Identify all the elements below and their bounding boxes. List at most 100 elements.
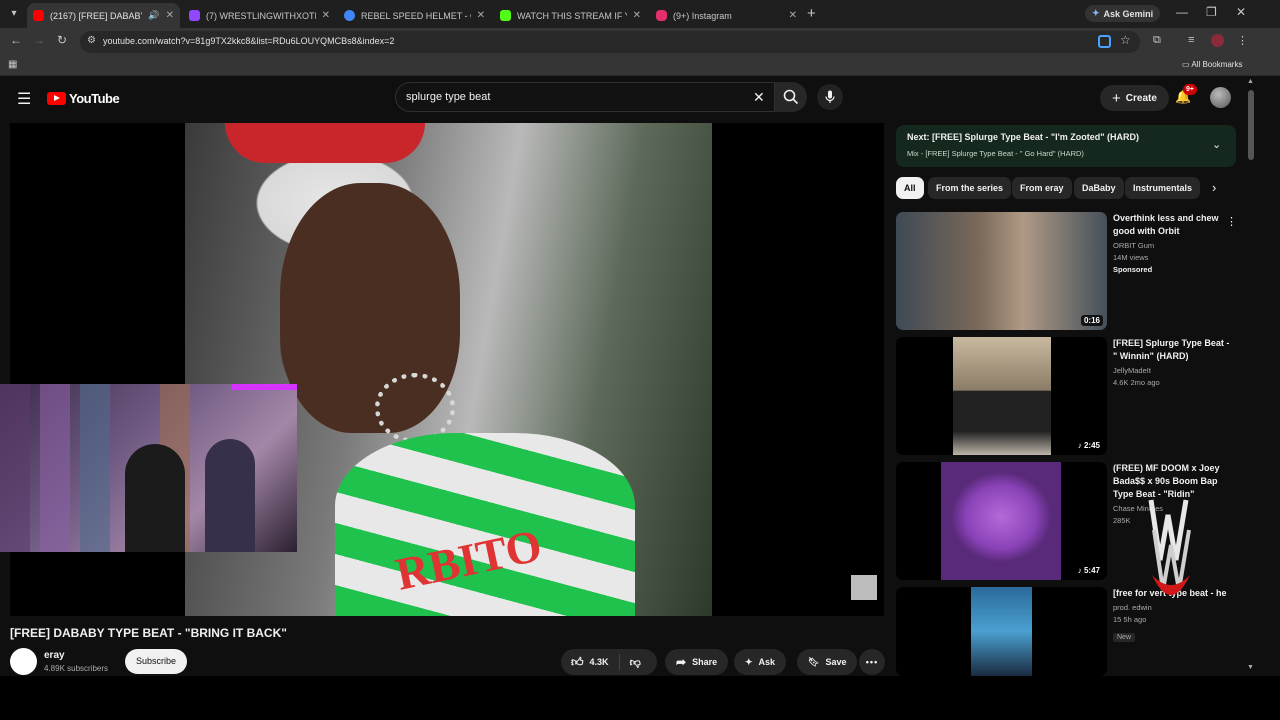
account-avatar[interactable] xyxy=(1210,87,1231,108)
gemini-sparkle-icon: ✦ xyxy=(1092,8,1100,18)
sparkle-icon: ✦ xyxy=(745,656,753,667)
minimize-icon[interactable]: — xyxy=(1176,5,1188,19)
ask-button[interactable]: ✦ Ask xyxy=(734,649,787,675)
chip-all[interactable]: All xyxy=(896,177,924,199)
chevron-down-icon[interactable]: ⌄ xyxy=(1212,138,1221,151)
google-favicon-icon xyxy=(344,10,355,21)
page-scrollbar[interactable]: ▲ ▼ xyxy=(1246,76,1256,676)
reload-icon[interactable]: ↻ xyxy=(57,33,67,47)
search-button[interactable] xyxy=(775,82,807,112)
close-tab-icon[interactable]: ✕ xyxy=(633,10,641,21)
site-info-icon[interactable]: ⚙ xyxy=(87,35,96,46)
profile-icon[interactable] xyxy=(1211,34,1224,47)
browser-toolbar: ← → ↻ ⚙ youtube.com/watch?v=81g9TX2kkc8&… xyxy=(0,28,1280,55)
thumbnail-image xyxy=(953,337,1051,455)
scroll-down-icon[interactable]: ▼ xyxy=(1247,664,1254,671)
chrome-menu-icon[interactable]: ⋮ xyxy=(1237,34,1248,47)
ask-gemini-button[interactable]: ✦ Ask Gemini xyxy=(1085,5,1161,22)
tab-twitch[interactable]: (7) WRESTLINGWITHXOTICSLIVE ✕ xyxy=(183,3,336,28)
chip-from-eray[interactable]: From eray xyxy=(1012,177,1072,199)
speaker-icon[interactable]: 🔊 xyxy=(148,10,159,21)
close-tab-icon[interactable]: ✕ xyxy=(477,10,485,21)
wall-poster xyxy=(40,384,70,552)
clear-search-icon[interactable]: ✕ xyxy=(753,89,765,106)
dislike-button[interactable]: 👎︎ xyxy=(620,656,651,669)
video-thumbnail[interactable]: ♪ 2:45 xyxy=(896,337,1107,455)
rec-channel[interactable]: ORBIT Gum xyxy=(1113,240,1233,252)
tab-title: (2167) [FREE] DABABY TYPE BEAT xyxy=(50,10,142,21)
reading-list-icon[interactable]: ≡ xyxy=(1188,34,1194,46)
more-dots-icon: ••• xyxy=(865,657,879,667)
like-button[interactable]: 👍︎ 4.3K xyxy=(561,654,620,670)
thumbnail-image xyxy=(941,462,1061,580)
save-button[interactable]: 🔖︎ Save xyxy=(797,649,858,675)
tab-title: (9+) Instagram xyxy=(673,10,732,21)
rec-title[interactable]: Overthink less and chew good with Orbit xyxy=(1113,212,1233,238)
address-bar[interactable]: ⚙ youtube.com/watch?v=81g9TX2kkc8&list=R… xyxy=(80,31,1140,53)
search-query-text[interactable]: splurge type beat xyxy=(406,91,490,103)
video-player[interactable]: RBITO xyxy=(0,123,884,616)
rec-channel[interactable]: JellyMadeIt xyxy=(1113,365,1233,377)
youtube-play-icon xyxy=(47,92,66,105)
back-icon[interactable]: ← xyxy=(10,33,22,47)
streamer-figure xyxy=(125,444,185,552)
rec-title[interactable]: [FREE] Splurge Type Beat - " Winnin" (HA… xyxy=(1113,337,1233,363)
rec-views: 15 5h ago xyxy=(1113,615,1147,624)
extensions-puzzle-icon[interactable]: ⧉ xyxy=(1153,34,1161,47)
rec-views: 4.6K 2mo ago xyxy=(1113,378,1160,387)
channel-name[interactable]: eray xyxy=(44,650,65,661)
subscribe-button[interactable]: Subscribe xyxy=(125,649,188,674)
all-bookmarks-button[interactable]: ▭ All Bookmarks xyxy=(1182,60,1242,69)
extension-icon[interactable] xyxy=(1098,35,1111,48)
folder-icon: ▭ xyxy=(1182,60,1190,69)
video-thumbnail[interactable] xyxy=(896,587,1107,676)
close-tab-icon[interactable]: ✕ xyxy=(166,10,174,21)
close-tab-icon[interactable]: ✕ xyxy=(789,10,797,21)
bookmark-star-icon[interactable]: ☆ xyxy=(1120,33,1131,47)
screen: ▾ (2167) [FREE] DABABY TYPE BEAT 🔊 ✕ (7)… xyxy=(0,0,1280,676)
youtube-wordmark: YouTube xyxy=(69,91,120,106)
youtube-header: ☰ YouTube splurge type beat ✕ + Create 🔔… xyxy=(0,76,1256,120)
close-tab-icon[interactable]: ✕ xyxy=(322,10,330,21)
new-tab-icon[interactable]: + xyxy=(807,5,816,22)
chip-dababy[interactable]: DaBaby xyxy=(1074,177,1124,199)
share-button[interactable]: ➦ Share xyxy=(665,649,729,675)
youtube-favicon-icon xyxy=(33,10,44,21)
menu-icon[interactable]: ☰ xyxy=(17,89,31,109)
scroll-up-icon[interactable]: ▲ xyxy=(1247,78,1254,85)
duration-badge: 0:16 xyxy=(1080,315,1103,326)
duration-text: 2:45 xyxy=(1083,441,1100,450)
scrollbar-thumb[interactable] xyxy=(1248,90,1254,160)
playlist-next-panel[interactable]: Next: [FREE] Splurge Type Beat - "I'm Zo… xyxy=(896,125,1236,167)
tab-kick[interactable]: WATCH THIS STREAM IF YOU A ✕ xyxy=(494,3,647,28)
channel-avatar[interactable] xyxy=(10,648,37,675)
forward-icon[interactable]: → xyxy=(33,33,45,47)
tab-search-icon[interactable]: ▾ xyxy=(6,6,22,22)
url-text[interactable]: youtube.com/watch?v=81g9TX2kkc8&list=RDu… xyxy=(103,36,394,46)
create-label: Create xyxy=(1125,92,1157,104)
guest-figure xyxy=(205,439,255,552)
tab-youtube[interactable]: (2167) [FREE] DABABY TYPE BEAT 🔊 ✕ xyxy=(27,3,180,28)
chip-from-the-series[interactable]: From the series xyxy=(928,177,1012,199)
youtube-logo[interactable]: YouTube xyxy=(47,91,120,106)
tab-instagram[interactable]: (9+) Instagram ✕ xyxy=(650,3,803,28)
video-thumbnail[interactable]: ♪ 5:47 xyxy=(896,462,1107,580)
notifications-button[interactable]: 🔔 9+ xyxy=(1175,84,1197,105)
more-actions-button[interactable]: ••• xyxy=(859,649,885,675)
all-bookmarks-label: All Bookmarks xyxy=(1191,60,1243,69)
apps-grid-icon[interactable]: ▦ xyxy=(8,59,17,70)
create-button[interactable]: + Create xyxy=(1100,85,1169,111)
voice-search-button[interactable] xyxy=(817,84,843,110)
chevron-right-icon[interactable]: › xyxy=(1212,180,1216,195)
bookmark-icon: 🔖︎ xyxy=(808,656,820,667)
search-input[interactable]: splurge type beat ✕ xyxy=(395,82,775,112)
maximize-icon[interactable]: ❐ xyxy=(1206,5,1217,19)
tab-google[interactable]: REBEL SPEED HELMET - Google ✕ xyxy=(338,3,491,28)
thumbnail-image xyxy=(896,212,1107,330)
save-label: Save xyxy=(825,657,847,667)
share-arrow-icon: ➦ xyxy=(676,655,687,669)
more-options-icon[interactable]: ⋮ xyxy=(1226,215,1237,228)
close-window-icon[interactable]: ✕ xyxy=(1236,5,1246,19)
chip-instrumentals[interactable]: Instrumentals xyxy=(1125,177,1201,199)
video-thumbnail[interactable]: 0:16 xyxy=(896,212,1107,330)
